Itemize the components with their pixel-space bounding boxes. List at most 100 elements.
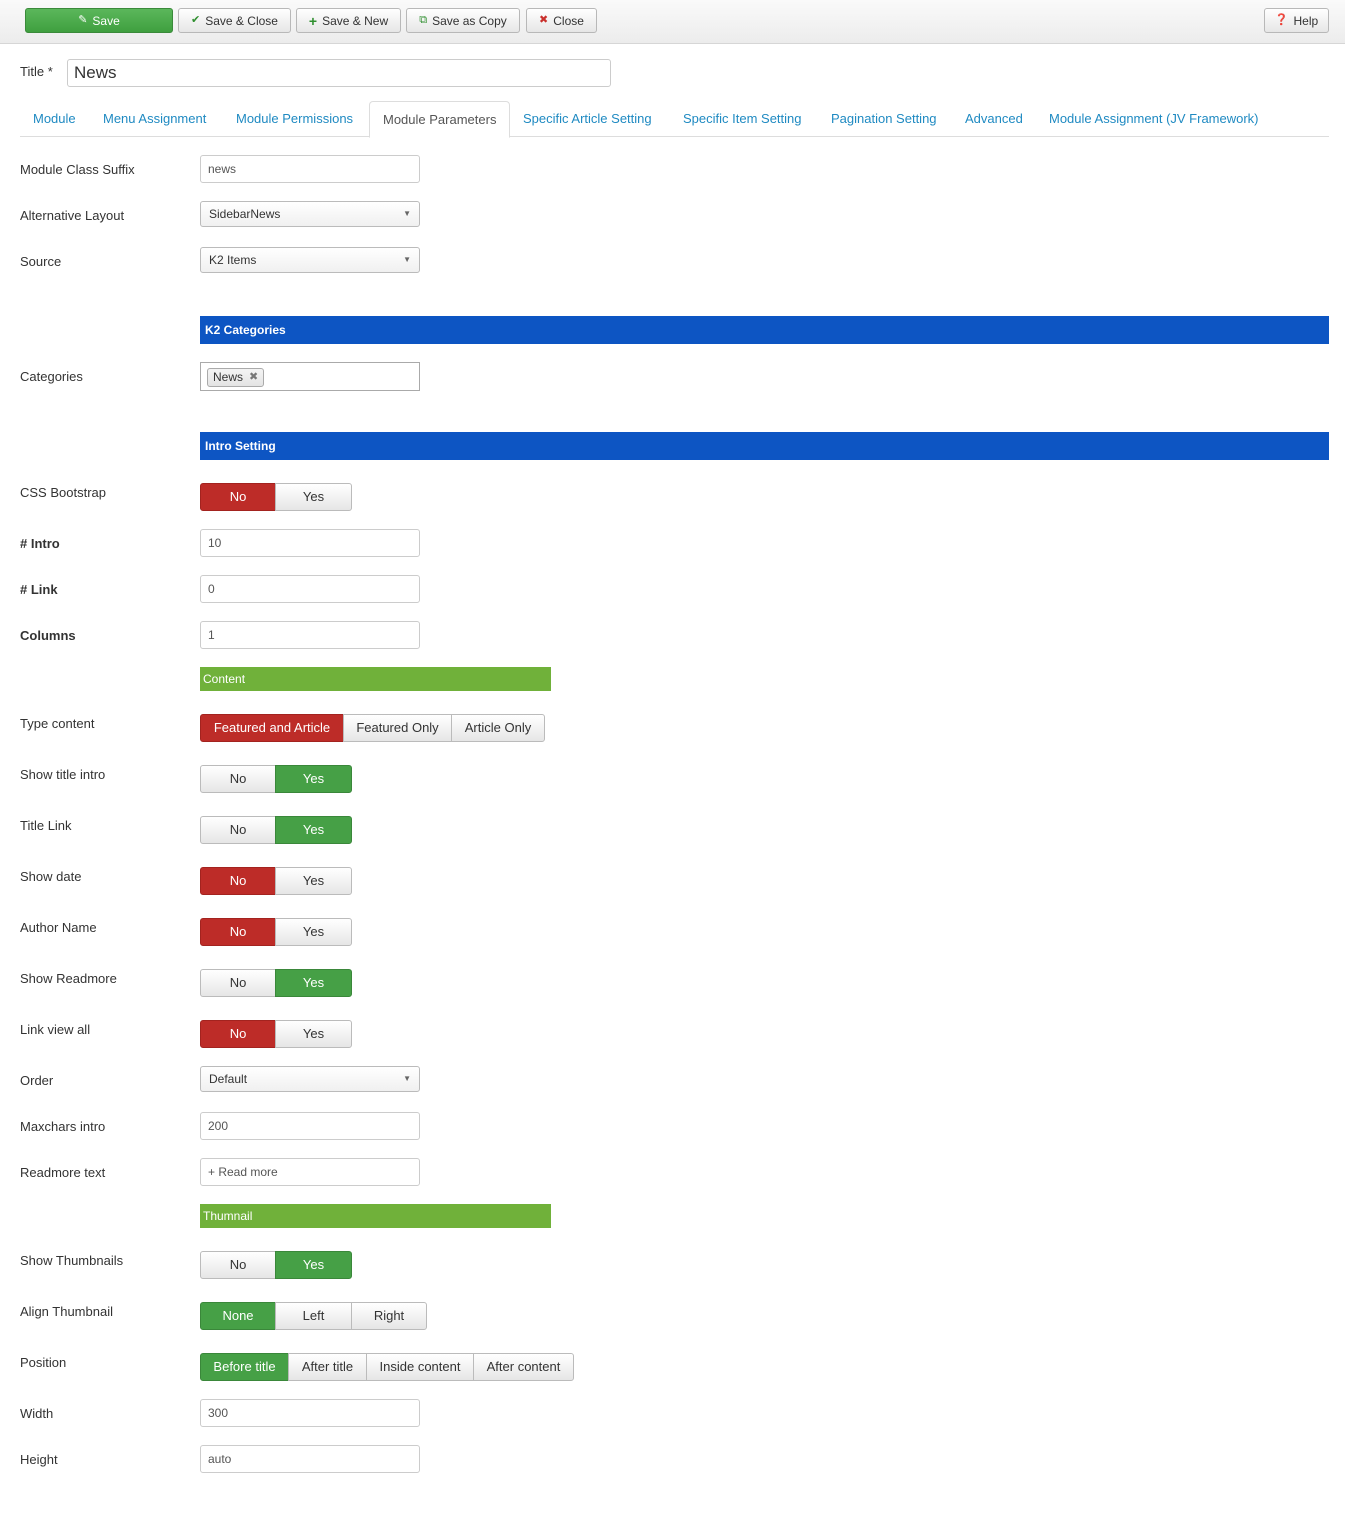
close-button[interactable]: ✖ Close [526,8,597,33]
tab-bar: Module Menu Assignment Module Permission… [20,101,1329,138]
author-name-yes[interactable]: Yes [275,918,352,946]
tab-specific-article-setting[interactable]: Specific Article Setting [510,101,665,137]
show-readmore-yes[interactable]: Yes [275,969,352,997]
tab-advanced[interactable]: Advanced [952,101,1036,137]
link-view-all-no[interactable]: No [200,1020,276,1048]
categories-label: Categories [20,369,83,384]
css-bootstrap-label: CSS Bootstrap [20,485,106,500]
show-title-intro-no[interactable]: No [200,765,276,793]
categories-multiselect[interactable]: News ✖ [200,362,420,391]
copy-icon: ⧉ [419,14,428,26]
save-new-button[interactable]: + Save & New [296,8,401,33]
category-chip: News ✖ [207,368,265,387]
check-icon: ✔ [191,14,201,26]
link-count-input[interactable]: 0 [200,575,420,603]
save-button[interactable]: ✎ Save [25,8,173,33]
show-thumbnails-no[interactable]: No [200,1251,276,1279]
type-content-article-only[interactable]: Article Only [451,714,545,742]
align-thumbnail-left[interactable]: Left [275,1302,352,1330]
position-after-title[interactable]: After title [288,1353,367,1381]
edit-icon: ✎ [78,14,88,26]
source-select[interactable]: K2 Items ▼ [200,247,420,273]
width-input[interactable]: 300 [200,1399,420,1427]
height-input[interactable]: auto [200,1445,420,1473]
close-circle-icon: ✖ [539,14,549,26]
position-inside-content[interactable]: Inside content [366,1353,474,1381]
type-content-featured-and-article[interactable]: Featured and Article [200,714,344,742]
module-class-suffix-input[interactable]: news [200,155,420,183]
tab-module-parameters[interactable]: Module Parameters [369,101,511,138]
order-select[interactable]: Default ▼ [200,1066,420,1092]
link-view-all-toggle: No Yes [200,1020,352,1048]
title-link-toggle: No Yes [200,816,352,844]
show-title-intro-yes[interactable]: Yes [275,765,352,793]
source-label: Source [20,254,62,269]
readmore-text-label: Readmore text [20,1165,106,1180]
position-toggle: Before title After title Inside content … [200,1353,574,1381]
align-thumbnail-toggle: None Left Right [200,1302,427,1330]
intro-count-label: # Intro [20,536,60,551]
title-link-label: Title Link [20,818,72,833]
toolbar: ✎ Save ✔ Save & Close + Save & New ⧉ Sav… [0,0,1345,44]
order-label: Order [20,1073,54,1088]
align-thumbnail-right[interactable]: Right [351,1302,427,1330]
author-name-toggle: No Yes [200,918,352,946]
link-view-all-label: Link view all [20,1022,91,1037]
source-value: K2 Items [209,253,257,267]
show-date-yes[interactable]: Yes [275,867,352,895]
save-copy-button[interactable]: ⧉ Save as Copy [406,8,520,33]
width-label: Width [20,1406,54,1421]
show-readmore-label: Show Readmore [20,971,117,986]
show-date-no[interactable]: No [200,867,276,895]
intro-count-input[interactable]: 10 [200,529,420,557]
alternative-layout-select[interactable]: SidebarNews ▼ [200,201,420,227]
help-button[interactable]: ❓ Help [1264,8,1329,33]
save-close-button[interactable]: ✔ Save & Close [178,8,291,33]
tab-menu-assignment[interactable]: Menu Assignment [90,101,219,137]
title-label: Title * [20,64,53,79]
align-thumbnail-none[interactable]: None [200,1302,276,1330]
author-name-no[interactable]: No [200,918,276,946]
chevron-down-icon: ▼ [403,255,411,264]
title-input[interactable] [67,59,611,87]
align-thumbnail-label: Align Thumbnail [20,1304,113,1319]
title-link-no[interactable]: No [200,816,276,844]
show-date-label: Show date [20,869,82,884]
tab-module[interactable]: Module [20,101,89,137]
order-value: Default [209,1072,248,1086]
columns-input[interactable]: 1 [200,621,420,649]
remove-icon[interactable]: ✖ [249,369,258,386]
category-chip-label: News [213,370,244,384]
show-title-intro-label: Show title intro [20,767,106,782]
title-link-yes[interactable]: Yes [275,816,352,844]
show-title-intro-toggle: No Yes [200,765,352,793]
chevron-down-icon: ▼ [403,1074,411,1083]
chevron-down-icon: ▼ [403,209,411,218]
css-bootstrap-no[interactable]: No [200,483,276,511]
css-bootstrap-yes[interactable]: Yes [275,483,352,511]
show-readmore-toggle: No Yes [200,969,352,997]
tab-module-permissions[interactable]: Module Permissions [223,101,366,137]
show-readmore-no[interactable]: No [200,969,276,997]
question-circle-icon: ❓ [1274,14,1289,26]
show-thumbnails-yes[interactable]: Yes [275,1251,352,1279]
tab-module-assignment-jv[interactable]: Module Assignment (JV Framework) [1036,101,1272,137]
maxchars-intro-label: Maxchars intro [20,1119,106,1134]
maxchars-intro-input[interactable]: 200 [200,1112,420,1140]
type-content-toggle: Featured and Article Featured Only Artic… [200,714,545,742]
position-label: Position [20,1355,67,1370]
tab-specific-item-setting[interactable]: Specific Item Setting [670,101,815,137]
alternative-layout-value: SidebarNews [209,207,281,221]
thumbnail-header: Thumnail [200,1204,551,1228]
link-view-all-yes[interactable]: Yes [275,1020,352,1048]
tab-pagination-setting[interactable]: Pagination Setting [818,101,950,137]
readmore-text-input[interactable]: + Read more [200,1158,420,1186]
position-before-title[interactable]: Before title [200,1353,289,1381]
author-name-label: Author Name [20,920,97,935]
position-after-content[interactable]: After content [473,1353,574,1381]
type-content-featured-only[interactable]: Featured Only [343,714,452,742]
intro-setting-header: Intro Setting [200,432,1329,460]
show-thumbnails-toggle: No Yes [200,1251,352,1279]
k2-categories-header: K2 Categories [200,316,1329,344]
show-date-toggle: No Yes [200,867,352,895]
